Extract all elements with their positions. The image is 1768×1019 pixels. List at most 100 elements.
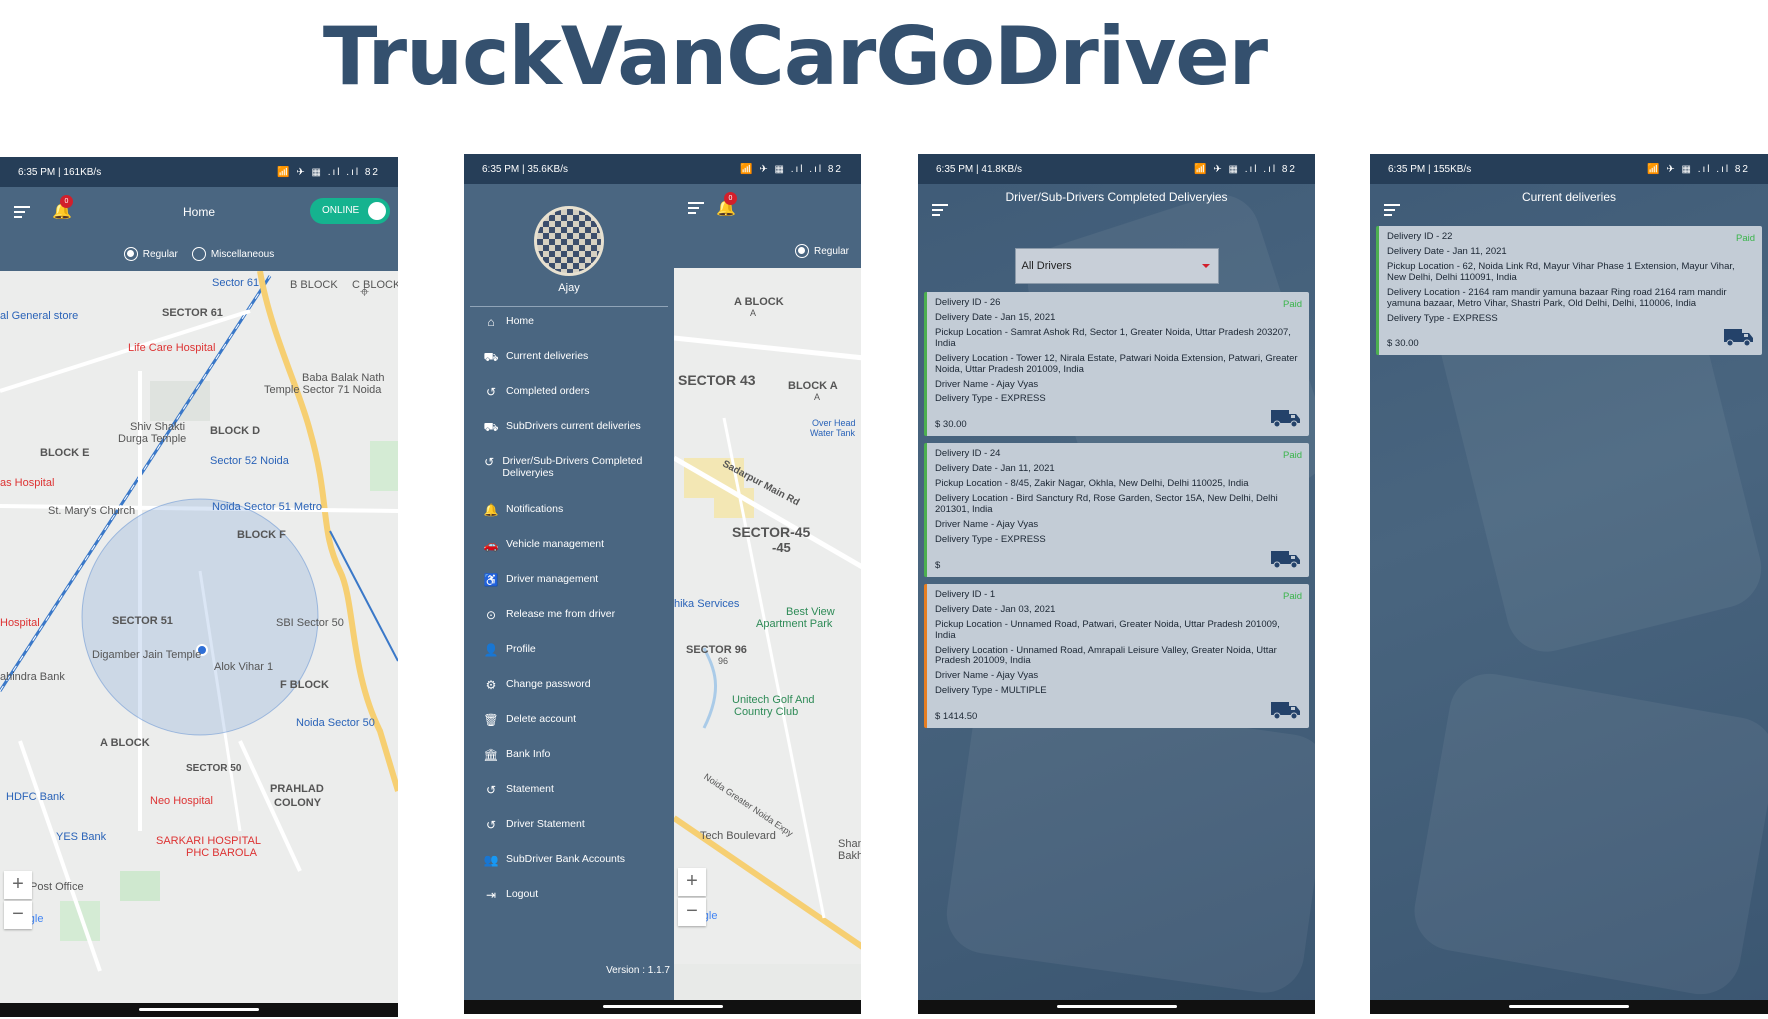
drawer-item[interactable]: ↺ Driver/Sub-Drivers Completed Deliveryie…: [464, 455, 674, 503]
radio-regular[interactable]: Regular: [794, 244, 849, 258]
drawer-item-label: Driver management: [506, 573, 599, 585]
drawer-item[interactable]: 🚗 Vehicle management: [464, 538, 674, 573]
zoom-out-button[interactable]: −: [678, 898, 706, 926]
drawer-item[interactable]: ⇥ Logout: [464, 888, 674, 923]
bell-icon[interactable]: 🔔 0: [716, 192, 737, 218]
drawer-item-label: Logout: [506, 888, 539, 900]
radio-regular-label: Regular: [142, 248, 178, 260]
status-icons: 📶 ✈ ▦ .ıl .ıl 82: [740, 163, 843, 175]
delivery-card[interactable]: Delivery ID - 24 Delivery Date - Jan 11, …: [924, 443, 1309, 577]
drawer-item[interactable]: ↺ Completed orders: [464, 385, 674, 420]
home-indicator[interactable]: [602, 1005, 723, 1008]
drawer-item[interactable]: ⚙ Change password: [464, 678, 674, 713]
app-bar: Driver/Sub-Drivers Completed Deliveryies: [918, 184, 1315, 234]
drawer-item[interactable]: ⛟ SubDrivers current deliveries: [464, 420, 674, 455]
zoom-in-button[interactable]: +: [4, 871, 32, 899]
delivery-delivery: Delivery Location - 2164 ram mandir yamu…: [1387, 286, 1727, 309]
map-label: SARKARI HOSPITAL: [156, 835, 261, 847]
drawer-item[interactable]: ♿ Driver management: [464, 573, 674, 608]
delivery-price: $: [935, 559, 941, 571]
menu-icon[interactable]: [688, 202, 704, 214]
map-label: BLOCK E: [40, 447, 90, 459]
truck-icon: [1271, 700, 1301, 720]
logout-icon: ⇥: [485, 888, 497, 902]
delivery-delivery: Delivery Location - Unnamed Road, Amrapa…: [935, 644, 1277, 667]
radio-miscellaneous[interactable]: Miscellaneous: [191, 247, 274, 261]
map-label: HDFC Bank: [6, 791, 65, 803]
map-label: A BLOCK: [734, 296, 784, 308]
map-label: Digamber Jain Temple: [92, 649, 202, 661]
history-icon: ↺: [485, 783, 497, 797]
driver-icon: ♿: [483, 573, 499, 587]
map-label: Bakht: [838, 850, 861, 862]
delivery-date: Delivery Date - Jan 03, 2021: [935, 603, 1056, 615]
delivery-pickup: Pickup Location - 8/45, Zakir Nagar, Okh…: [935, 478, 1249, 490]
delivery-mode-radios: Regular: [674, 234, 861, 268]
map-label: Unitech Golf And: [732, 694, 815, 706]
menu-icon[interactable]: [1384, 204, 1400, 216]
online-toggle-label: ONLINE: [322, 205, 360, 216]
truck-icon: ⛟: [483, 420, 499, 434]
map-label: Noida Sector 51 Metro: [212, 501, 323, 513]
drawer-item[interactable]: ↺ Driver Statement: [464, 818, 674, 853]
drawer-item[interactable]: ↺ Statement: [464, 783, 674, 818]
map-label: Life Care Hospital: [128, 342, 216, 354]
map-label: C BLOCK: [352, 279, 398, 291]
my-location-icon[interactable]: ⌖: [360, 284, 369, 302]
status-time: 6:35 PM | 35.6KB/s: [482, 163, 568, 175]
map-label: COLONY: [274, 797, 322, 809]
radio-regular[interactable]: Regular: [123, 247, 178, 261]
home-icon: ⌂: [487, 315, 495, 329]
background-shape: [1408, 667, 1768, 1001]
page-title: TruckVanCarGoDriver: [322, 10, 1268, 103]
background-home: 🔔 0 Regular A BLOCK A SECTOR 43 BLOCK A A…: [674, 184, 861, 1000]
drawer-item-label: Driver/Sub-Drivers Completed Deliveryies: [502, 455, 643, 479]
home-indicator[interactable]: [139, 1008, 259, 1011]
drawer-menu: ⌂ Home ⛟ Current deliveries ↺ Completed order…: [464, 315, 674, 923]
status-badge: Paid: [1735, 233, 1755, 244]
zoom-in-button[interactable]: +: [678, 868, 706, 896]
map-label: Alok Vihar 1: [214, 661, 274, 673]
drawer-item[interactable]: 🗑 Delete account: [464, 713, 674, 748]
delivery-card[interactable]: Delivery ID - 22 Delivery Date - Jan 11, …: [1376, 226, 1762, 356]
drawer-item-label: Change password: [506, 678, 591, 690]
drawer-item[interactable]: 🔔 Notifications: [464, 503, 674, 538]
map-label: SECTOR 43: [678, 372, 756, 388]
map-label: Shiv Shakti: [130, 421, 186, 433]
home-indicator[interactable]: [1509, 1005, 1629, 1008]
delivery-list: Delivery ID - 22 Delivery Date - Jan 11, …: [1370, 226, 1768, 356]
map-label: SECTOR 61: [162, 307, 223, 319]
map-view[interactable]: A BLOCK A SECTOR 43 BLOCK A A Over Head …: [674, 268, 861, 964]
notification-badge: 0: [724, 192, 737, 205]
phone-screen-home: 6:35 PM | 161KB/s 📶 ✈ ▦ .ıl .ıl 82 🔔 0 Ho…: [0, 157, 398, 1017]
delivery-type: Delivery Type - EXPRESS: [935, 533, 1046, 545]
delivery-card[interactable]: Delivery ID - 26 Delivery Date - Jan 15, …: [924, 292, 1309, 437]
avatar[interactable]: [534, 206, 604, 276]
trash-icon: 🗑: [483, 713, 499, 727]
drawer-item[interactable]: 🏛 Bank Info: [464, 748, 674, 783]
map-view[interactable]: al General store SECTOR 61 Sector 61 B B…: [0, 271, 398, 1003]
app-bar-title: Current deliveries: [1521, 190, 1617, 204]
map-label: Post Office: [30, 881, 84, 893]
drawer-item-label: Profile: [506, 643, 536, 655]
drawer-item-label: Driver Statement: [506, 818, 585, 830]
drawer-item[interactable]: ⌂ Home: [464, 315, 674, 350]
menu-icon[interactable]: [932, 204, 948, 216]
drawer-item[interactable]: 👥 SubDriver Bank Accounts: [464, 853, 674, 888]
drawer-item[interactable]: ⊙ Release me from driver: [464, 608, 674, 643]
delivery-driver: Driver Name - Ajay Vyas: [935, 518, 1039, 530]
delivery-card[interactable]: Delivery ID - 1 Delivery Date - Jan 03, 2…: [924, 583, 1309, 729]
map-label: SBI Sector 50: [276, 617, 344, 629]
drawer-item-label: Bank Info: [506, 748, 551, 760]
status-badge: Paid: [1282, 590, 1302, 602]
history-icon: ↺: [485, 818, 497, 832]
drawer-item[interactable]: 👤 Profile: [464, 643, 674, 678]
driver-filter-select[interactable]: All Drivers: [1014, 248, 1219, 284]
home-indicator[interactable]: [1056, 1005, 1177, 1008]
drawer-item[interactable]: ⛟ Current deliveries: [464, 350, 674, 385]
zoom-out-button[interactable]: −: [4, 901, 32, 929]
delivery-delivery: Delivery Location - Bird Sanctury Rd, Ro…: [935, 493, 1278, 516]
radio-regular-label: Regular: [813, 245, 849, 257]
online-toggle[interactable]: ONLINE: [310, 198, 390, 224]
app-bar: 🔔 0: [674, 184, 861, 234]
